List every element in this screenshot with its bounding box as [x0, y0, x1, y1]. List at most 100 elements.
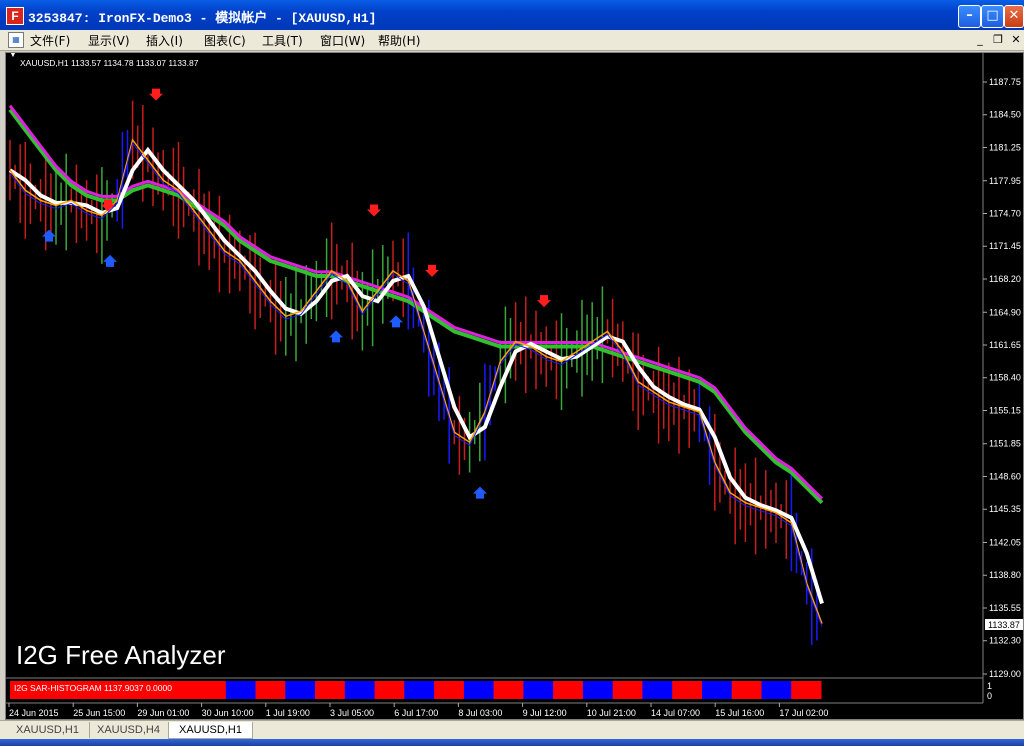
buy-arrow-icon [42, 229, 56, 242]
window-title: 3253847: IronFX-Demo3 - 模拟帐户 - [XAUUSD,H… [28, 11, 377, 26]
buy-arrow-icon [473, 486, 487, 499]
histogram-segment [702, 681, 733, 699]
tab-xauusd-h1[interactable]: XAUUSD,H1 [6, 722, 90, 738]
fast-ma-blue-line [9, 141, 823, 627]
menu-help[interactable]: 帮助(H) [378, 32, 420, 49]
histogram-segment [582, 681, 614, 699]
price-axis: 1187.75 1184.50 1181.25 1177.95 1174.70 1171.… [983, 77, 1021, 679]
histogram-segment [255, 681, 286, 699]
sell-arrow-icon [537, 295, 551, 308]
histogram-segment [344, 681, 376, 699]
histogram-segment [731, 681, 762, 699]
time-tick-label: 1 Jul 19:00 [266, 708, 310, 718]
histogram-segment [434, 681, 465, 699]
price-tick-label: 1171.45 [989, 241, 1021, 251]
child-close-button[interactable]: ✕ [1008, 32, 1024, 47]
moving-averages [8, 104, 824, 627]
price-tick-label: 1177.95 [989, 176, 1021, 186]
time-tick-label: 3 Jul 05:00 [330, 708, 374, 718]
indicator-scale-top: 1 [987, 681, 992, 691]
menu-charts[interactable]: 图表(C) [204, 32, 246, 49]
taskbar [0, 739, 1024, 746]
tab-xauusd-h4[interactable]: XAUUSD,H4 [87, 722, 171, 738]
price-tick-label: 1181.25 [989, 142, 1021, 152]
price-tick-label: 1184.50 [989, 110, 1021, 120]
time-tick-label: 6 Jul 17:00 [394, 708, 438, 718]
histogram-segment [285, 681, 316, 699]
price-tick-label: 1138.80 [989, 570, 1021, 580]
candles [9, 100, 818, 646]
price-tick-label: 1129.00 [989, 669, 1021, 679]
price-tick-label: 1148.60 [989, 471, 1021, 481]
histogram-segment [196, 681, 227, 699]
minimize-button[interactable]: – [958, 5, 981, 28]
histogram-segment [374, 681, 405, 699]
price-tick-label: 1151.85 [989, 439, 1021, 449]
time-tick-label: 9 Jul 12:00 [523, 708, 567, 718]
histogram-segment [642, 681, 673, 699]
buy-arrow-icon [329, 330, 343, 343]
menu-insert[interactable]: 插入(I) [146, 32, 183, 49]
time-axis: 24 Jun 2015 25 Jun 15:00 29 Jun 01:00 30 Ju… [8, 703, 828, 718]
price-tick-label: 1158.40 [989, 373, 1021, 383]
time-tick-label: 8 Jul 03:00 [458, 708, 502, 718]
current-price-label: 1133.87 [988, 620, 1020, 630]
histogram-segment [553, 681, 584, 699]
histogram-segment [225, 681, 257, 699]
menu-window[interactable]: 窗口(W) [320, 32, 365, 49]
indicator-scale-bottom: 0 [987, 691, 992, 701]
price-tick-label: 1155.15 [989, 405, 1021, 415]
price-tick-label: 1164.90 [989, 307, 1021, 317]
histogram-segment [493, 681, 524, 699]
menu-tools[interactable]: 工具(T) [262, 32, 303, 49]
chart-tabs: XAUUSD,H1 XAUUSD,H4 XAUUSD,H1 [0, 720, 1024, 740]
price-tick-label: 1174.70 [989, 208, 1021, 218]
document-icon[interactable]: ▦ [8, 32, 24, 48]
sell-arrow-icon [367, 204, 381, 217]
price-tick-label: 1168.20 [989, 274, 1021, 284]
sell-arrow-icon [149, 88, 163, 101]
buy-arrow-icon [103, 254, 117, 267]
histogram-segment [523, 681, 554, 699]
time-tick-label: 14 Jul 07:00 [651, 708, 700, 718]
time-tick-label: 29 Jun 01:00 [137, 708, 189, 718]
time-tick-label: 17 Jul 02:00 [779, 708, 828, 718]
buy-arrow-icon [389, 315, 403, 328]
price-tick-label: 1161.65 [989, 340, 1021, 350]
time-tick-label: 30 Jun 10:00 [202, 708, 254, 718]
histogram-segment [672, 681, 703, 699]
close-button[interactable]: ✕ [1004, 5, 1024, 28]
tab-xauusd-h1-active[interactable]: XAUUSD,H1 [168, 722, 253, 739]
chart-menu-triangle[interactable]: ▼ [9, 50, 17, 59]
price-tick-label: 1132.30 [989, 636, 1021, 646]
price-tick-label: 1142.05 [989, 538, 1021, 548]
price-tick-label: 1187.75 [989, 77, 1021, 87]
histogram-segment [612, 681, 643, 699]
child-minimize-button[interactable]: _ [972, 32, 988, 47]
menu-file[interactable]: 文件(F) [30, 32, 70, 49]
symbol-info-line: XAUUSD,H1 1133.57 1134.78 1133.07 1133.8… [20, 58, 199, 68]
histogram-segment [463, 681, 495, 699]
app-icon[interactable]: F [6, 7, 24, 25]
sell-arrow-icon [425, 264, 439, 277]
analyzer-watermark: I2G Free Analyzer [16, 640, 226, 670]
time-tick-label: 25 Jun 15:00 [73, 708, 125, 718]
time-tick-label: 15 Jul 16:00 [715, 708, 764, 718]
price-tick-label: 1135.55 [989, 603, 1021, 613]
child-restore-button[interactable]: ❐ [990, 32, 1006, 47]
menu-view[interactable]: 显示(V) [88, 32, 130, 49]
time-tick-label: 24 Jun 2015 [9, 708, 59, 718]
histogram-segment [315, 681, 346, 699]
maximize-button[interactable]: □ [981, 5, 1004, 28]
time-tick-label: 10 Jul 21:00 [587, 708, 636, 718]
title-bar: F 3253847: IronFX-Demo3 - 模拟帐户 - [XAUUSD… [0, 0, 1024, 30]
price-chart[interactable]: 1187.75 1184.50 1181.25 1177.95 1174.70 1171.… [6, 50, 1023, 719]
indicator-label: I2G SAR-HISTOGRAM 1137.9037 0.0000 [14, 683, 172, 693]
slow-ma-magenta-line [8, 104, 824, 500]
histogram-segment [404, 681, 435, 699]
histogram-segment [791, 681, 822, 699]
chart-window[interactable]: 1187.75 1184.50 1181.25 1177.95 1174.70 1171.… [5, 50, 1024, 720]
price-tick-label: 1145.35 [989, 504, 1021, 514]
menu-bar: ▦ 文件(F) 显示(V) 插入(I) 图表(C) 工具(T) 窗口(W) 帮助… [0, 30, 1024, 51]
histogram-segment [761, 681, 792, 699]
